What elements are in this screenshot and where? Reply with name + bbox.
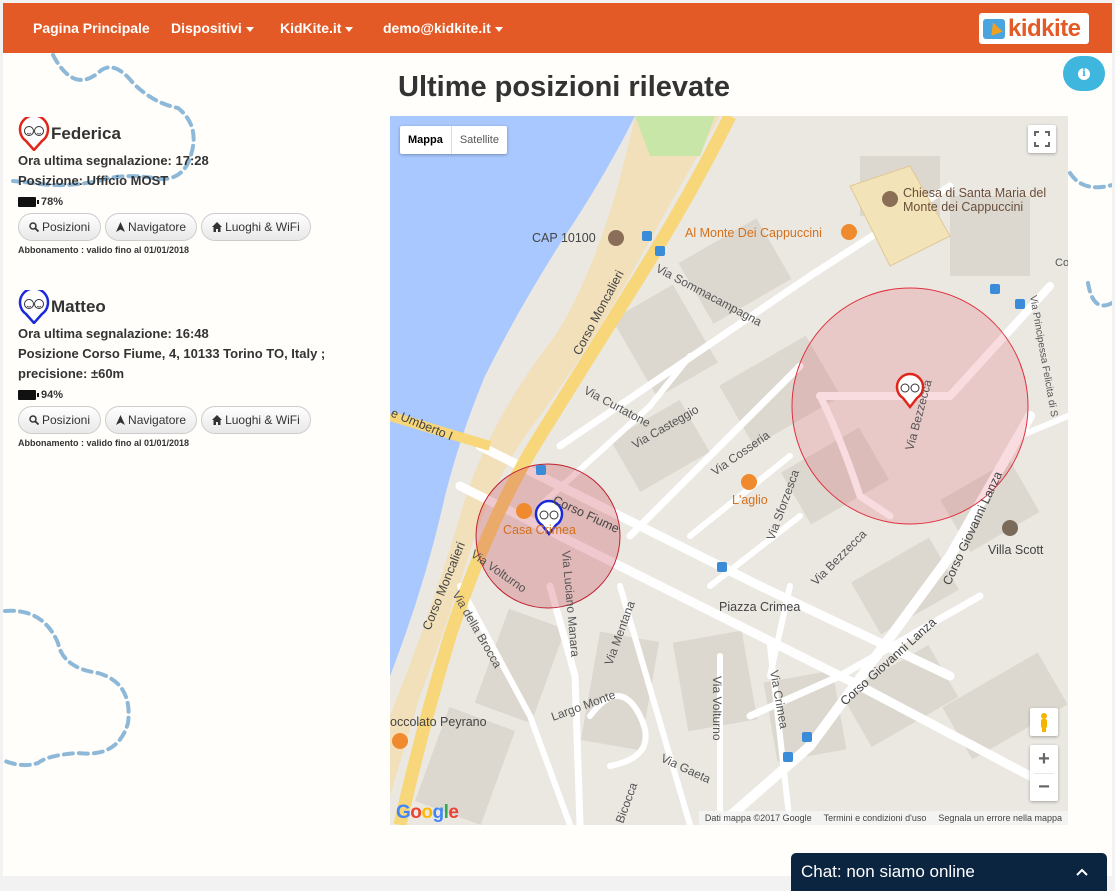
map-type-map-button[interactable]: Mappa (400, 126, 452, 154)
decorative-cloud-right (1068, 171, 1112, 308)
map-label: occolato Peyrano (390, 715, 487, 729)
logo-text: kidkite (1008, 14, 1081, 42)
child-marker-icon (18, 290, 50, 324)
battery-percent: 78% (41, 196, 64, 208)
pegman-icon (1041, 713, 1047, 732)
home-icon (212, 222, 223, 232)
map-canvas[interactable]: Chiesa di Santa Maria del Monte dei Capp… (390, 116, 1068, 825)
battery-icon (18, 197, 39, 207)
page: Pagina Principale Dispositivi KidKite.it… (3, 3, 1112, 876)
positions-button[interactable]: Posizioni (18, 406, 102, 434)
nav-kidkite-menu[interactable]: KidKite.it (280, 3, 354, 53)
battery-icon (18, 390, 39, 400)
chevron-down-icon (245, 26, 254, 32)
map-label: Via Gaeta (659, 751, 713, 786)
map-label: Chiesa di Santa Maria del (903, 186, 1046, 200)
subscription-info: Abbonamento : valido fino al 01/01/2018 (18, 245, 190, 255)
navigation-arrow-icon (116, 415, 126, 425)
device-card-matteo: Matteo Ora ultima segnalazione: 16:48 Po… (18, 290, 363, 448)
map-label: Via Cosseria (709, 428, 773, 479)
navigator-button[interactable]: Navigatore (105, 406, 198, 434)
chevron-up-icon[interactable] (1075, 853, 1089, 891)
map[interactable]: Chiesa di Santa Maria del Monte dei Capp… (390, 116, 1068, 825)
position-accuracy: precisione: ±60m (18, 366, 125, 381)
fullscreen-button[interactable] (1028, 125, 1056, 153)
page-title: Ultime posizioni rilevate (398, 71, 730, 103)
map-terms-link[interactable]: Termini e condizioni d'uso (824, 813, 927, 823)
decorative-cloud-bottom (3, 608, 131, 768)
last-report-time: Ora ultima segnalazione: 17:28 (18, 153, 209, 168)
device-card-federica: Federica Ora ultima segnalazione: 17:28 … (18, 117, 363, 255)
nav-account-menu[interactable]: demo@kidkite.it (383, 3, 503, 53)
map-label: Villa Scott (988, 543, 1044, 557)
info-button[interactable]: i (1063, 56, 1105, 91)
battery-status: 94% (18, 387, 363, 403)
position-text: Posizione Corso Fiume, 4, 10133 Torino T… (18, 346, 326, 361)
info-icon: i (1078, 67, 1090, 80)
battery-percent: 94% (41, 389, 64, 401)
map-report-error-link[interactable]: Segnala un errore nella mappa (938, 813, 1062, 823)
search-icon (29, 415, 39, 425)
map-label: L'aglio (732, 493, 768, 507)
fullscreen-icon (1034, 131, 1050, 147)
navigator-button[interactable]: Navigatore (105, 213, 198, 241)
places-wifi-button[interactable]: Luoghi & WiFi (201, 406, 311, 434)
zoom-out-button[interactable]: − (1030, 773, 1058, 801)
street-view-pegman[interactable] (1030, 708, 1058, 736)
home-icon (212, 415, 223, 425)
map-label: Via Principessa Felicita di S (1027, 295, 1059, 419)
places-wifi-button[interactable]: Luoghi & WiFi (201, 213, 311, 241)
positions-button[interactable]: Posizioni (18, 213, 102, 241)
post-office-icon (608, 230, 624, 246)
chevron-down-icon (494, 26, 503, 32)
zoom-control: + − (1030, 745, 1058, 801)
chevron-down-icon (345, 26, 354, 32)
map-attribution: Dati mappa ©2017 Google Termini e condiz… (698, 811, 1068, 825)
map-label: Piazza Crimea (719, 600, 800, 614)
kidkite-logo[interactable]: kidkite (979, 13, 1089, 44)
chat-widget[interactable]: Chat: non siamo online (791, 853, 1107, 891)
map-label: CAP 10100 (532, 231, 596, 245)
map-type-control: Mappa Satellite (400, 126, 507, 154)
map-label: Via Volturno (710, 676, 724, 741)
position-text: Posizione: Ufficio MOST (18, 173, 169, 188)
nav-devices-menu[interactable]: Dispositivi (171, 3, 254, 53)
map-label: Bicocca (613, 780, 641, 825)
map-label: Al Monte Dei Cappuccini (685, 226, 822, 240)
last-report-time: Ora ultima segnalazione: 16:48 (18, 326, 209, 341)
chat-label: Chat: non siamo online (801, 862, 975, 881)
nav-home[interactable]: Pagina Principale (33, 3, 150, 53)
search-icon (29, 222, 39, 232)
device-name: Federica (51, 124, 121, 143)
navigation-arrow-icon (116, 222, 126, 232)
child-marker-icon (18, 117, 50, 151)
map-type-satellite-button[interactable]: Satellite (452, 126, 507, 154)
navbar: Pagina Principale Dispositivi KidKite.it… (3, 3, 1112, 53)
device-name: Matteo (51, 297, 106, 316)
battery-status: 78% (18, 194, 363, 210)
map-data-credit: Dati mappa ©2017 Google (704, 813, 812, 823)
map-label: Monte dei Cappuccini (903, 200, 1023, 214)
zoom-in-button[interactable]: + (1030, 745, 1058, 773)
subscription-info: Abbonamento : valido fino al 01/01/2018 (18, 438, 190, 448)
kite-icon (983, 18, 1005, 39)
map-label: Co (1055, 257, 1068, 269)
google-logo: Google (396, 802, 459, 823)
map-label: Casa Crimea (503, 523, 576, 537)
